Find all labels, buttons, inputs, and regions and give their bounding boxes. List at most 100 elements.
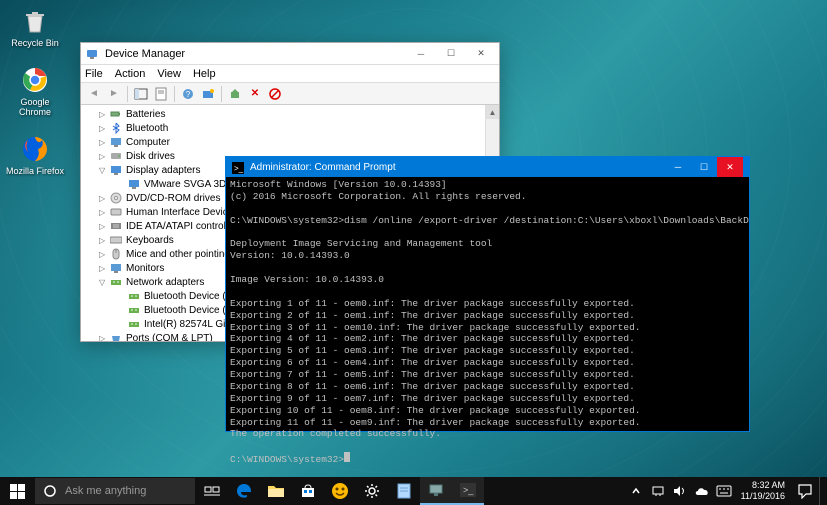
expand-arrow-icon[interactable]: ▷ — [99, 124, 109, 133]
minimize-button[interactable]: ─ — [407, 45, 435, 63]
close-button[interactable]: ✕ — [717, 157, 743, 177]
desktop-icon-chrome[interactable]: Google Chrome — [5, 64, 65, 118]
expand-arrow-icon[interactable]: ▷ — [99, 334, 109, 342]
display-icon — [127, 178, 141, 190]
tray-clock[interactable]: 8:32 AM 11/19/2016 — [735, 480, 791, 502]
menu-help[interactable]: Help — [193, 68, 216, 80]
display-icon — [109, 164, 123, 176]
titlebar[interactable]: Device Manager ─ ☐ ✕ — [81, 43, 499, 65]
back-button[interactable]: ◄ — [85, 85, 103, 103]
taskbar-app-notepad[interactable] — [388, 477, 420, 505]
taskbar-command-prompt[interactable]: >_ — [452, 477, 484, 505]
expand-arrow-icon[interactable]: ▷ — [99, 138, 109, 147]
cursor-icon — [344, 452, 350, 462]
expand-arrow-icon[interactable]: ▷ — [99, 110, 109, 119]
cortana-circle-icon — [43, 484, 57, 498]
uninstall-button[interactable]: ✕ — [246, 85, 264, 103]
expand-arrow-icon[interactable]: ▽ — [99, 166, 109, 175]
taskbar: Ask me anything >_ 8:32 AM 11/19/2016 — [0, 477, 827, 505]
separator — [174, 86, 175, 102]
cortana-search[interactable]: Ask me anything — [35, 478, 195, 504]
separator — [127, 86, 128, 102]
update-driver-button[interactable] — [226, 85, 244, 103]
tray-volume-icon[interactable] — [669, 477, 691, 505]
expand-arrow-icon[interactable]: ▽ — [99, 278, 109, 287]
maximize-button[interactable]: ☐ — [437, 45, 465, 63]
port-icon — [109, 332, 123, 341]
menu-action[interactable]: Action — [115, 68, 146, 80]
taskbar-device-manager[interactable] — [420, 477, 452, 505]
show-desktop-button[interactable] — [819, 477, 823, 505]
start-button[interactable] — [0, 477, 34, 505]
firefox-icon — [19, 133, 51, 165]
desktop-icon-label: Recycle Bin — [11, 39, 59, 49]
bluetooth-icon — [109, 122, 123, 134]
recycle-bin-icon — [19, 5, 51, 37]
close-button[interactable]: ✕ — [467, 45, 495, 63]
scroll-up-button[interactable]: ▲ — [486, 105, 499, 119]
tray-network-icon[interactable] — [647, 477, 669, 505]
system-tray: 8:32 AM 11/19/2016 — [625, 477, 827, 505]
separator — [221, 86, 222, 102]
scan-hardware-button[interactable] — [199, 85, 217, 103]
menu-file[interactable]: File — [85, 68, 103, 80]
tree-node-bluetooth[interactable]: ▷ Bluetooth — [81, 121, 499, 135]
taskbar-settings[interactable] — [356, 477, 388, 505]
tree-node-label: Bluetooth — [126, 123, 168, 134]
command-prompt-window: >_ Administrator: Command Prompt ─ ☐ ✕ M… — [225, 156, 750, 432]
task-view-button[interactable] — [196, 477, 228, 505]
expand-arrow-icon[interactable]: ▷ — [99, 250, 109, 259]
minimize-button[interactable]: ─ — [665, 157, 691, 177]
ide-icon — [109, 220, 123, 232]
svg-text:>_: >_ — [463, 485, 474, 495]
taskbar-store[interactable] — [292, 477, 324, 505]
menu-view[interactable]: View — [157, 68, 181, 80]
tray-onedrive-icon[interactable] — [691, 477, 713, 505]
windows-logo-icon — [10, 484, 25, 499]
disable-button[interactable] — [266, 85, 284, 103]
mouse-icon — [109, 248, 123, 260]
tree-node-label: Computer — [126, 137, 170, 148]
taskbar-file-explorer[interactable] — [260, 477, 292, 505]
network-icon — [127, 318, 141, 330]
properties-button[interactable] — [152, 85, 170, 103]
expand-arrow-icon[interactable]: ▷ — [99, 152, 109, 161]
cmd-title: Administrator: Command Prompt — [250, 162, 665, 173]
disk-icon — [109, 150, 123, 162]
tree-node-battery[interactable]: ▷ Batteries — [81, 107, 499, 121]
tree-node-label: Batteries — [126, 109, 165, 120]
toolbar: ◄ ► ? ✕ — [81, 83, 499, 105]
menubar: File Action View Help — [81, 65, 499, 83]
show-hide-console-tree-button[interactable] — [132, 85, 150, 103]
tray-overflow-button[interactable] — [625, 477, 647, 505]
tree-node-label: Network adapters — [126, 277, 204, 288]
cmd-titlebar[interactable]: >_ Administrator: Command Prompt ─ ☐ ✕ — [226, 157, 749, 177]
help-button[interactable]: ? — [179, 85, 197, 103]
tree-node-label: Ports (COM & LPT) — [126, 333, 213, 342]
tree-node-computer[interactable]: ▷ Computer — [81, 135, 499, 149]
computer-icon — [109, 136, 123, 148]
monitor-icon — [109, 262, 123, 274]
svg-text:?: ? — [186, 90, 191, 99]
device-manager-icon — [85, 47, 99, 61]
desktop-icon-firefox[interactable]: Mozilla Firefox — [5, 133, 65, 177]
cmd-output[interactable]: Microsoft Windows [Version 10.0.14393] (… — [226, 177, 749, 468]
action-center-button[interactable] — [791, 477, 819, 505]
desktop-icon-recycle-bin[interactable]: Recycle Bin — [5, 5, 65, 49]
taskbar-edge[interactable] — [228, 477, 260, 505]
tray-input-icon[interactable] — [713, 477, 735, 505]
maximize-button[interactable]: ☐ — [691, 157, 717, 177]
expand-arrow-icon[interactable]: ▷ — [99, 194, 109, 203]
tree-node-label: Monitors — [126, 263, 164, 274]
desktop-icon-label: Google Chrome — [5, 98, 65, 118]
expand-arrow-icon[interactable]: ▷ — [99, 208, 109, 217]
hid-icon — [109, 206, 123, 218]
expand-arrow-icon[interactable]: ▷ — [99, 264, 109, 273]
expand-arrow-icon[interactable]: ▷ — [99, 222, 109, 231]
taskbar-app-emoji[interactable] — [324, 477, 356, 505]
tree-node-label: VMware SVGA 3D — [144, 179, 226, 190]
expand-arrow-icon[interactable]: ▷ — [99, 236, 109, 245]
tree-node-label: Human Interface Devices — [126, 207, 238, 218]
forward-button[interactable]: ► — [105, 85, 123, 103]
svg-text:>_: >_ — [234, 164, 244, 173]
